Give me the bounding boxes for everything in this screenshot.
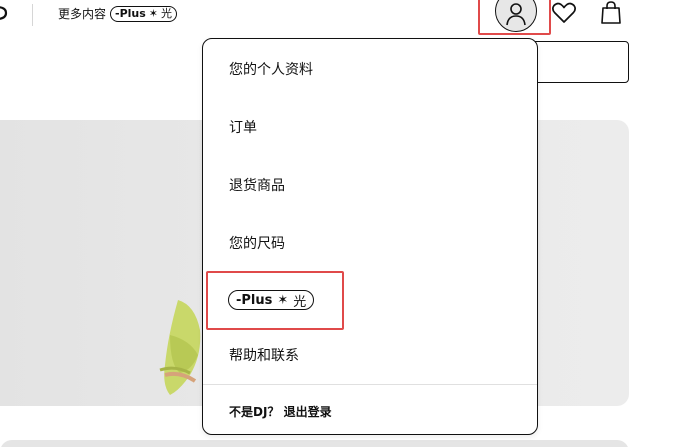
page: 更多内容 -Plus ✶ 光 您的个人资料 订单 退货商品 您的尺码 -Plus… [0,0,676,447]
menu-item-profile[interactable]: 您的个人资料 [229,61,313,79]
account-menu: 您的个人资料 订单 退货商品 您的尺码 -Plus ✶ 光 帮助和联系 不是DJ… [202,38,538,435]
more-content-label: 更多内容 [58,7,107,21]
account-button[interactable] [493,0,539,33]
user-avatar-icon [495,0,537,32]
hero-figure [159,300,201,395]
more-content-link[interactable]: 更多内容 -Plus ✶ 光 [58,5,178,22]
menu-plus-suffix: 光 [293,294,307,310]
header-divider [32,4,33,26]
plus-badge-prefix: -Plus [115,6,146,20]
sign-out-link[interactable]: 不是DJ？ 退出登录 [229,403,332,420]
favorites-button[interactable] [550,0,578,26]
menu-item-returns[interactable]: 退货商品 [229,177,285,195]
plus-badge-star: ✶ [148,6,159,20]
menu-item-help[interactable]: 帮助和联系 [229,347,299,365]
menu-item-sizes[interactable]: 您的尺码 [229,235,285,253]
menu-plus-star: ✶ [277,292,289,308]
logo-icon[interactable] [0,4,8,22]
bag-button[interactable] [598,0,624,26]
plus-badge-suffix: 光 [161,6,173,20]
content-card [0,440,629,447]
menu-item-plus[interactable]: -Plus ✶ 光 [228,290,315,310]
heart-icon [552,2,576,23]
plus-badge[interactable]: -Plus ✶ 光 [110,5,178,22]
menu-plus-prefix: -Plus [236,292,273,308]
menu-item-orders[interactable]: 订单 [229,119,257,137]
menu-divider [203,384,537,385]
shopping-bag-icon [601,1,621,24]
